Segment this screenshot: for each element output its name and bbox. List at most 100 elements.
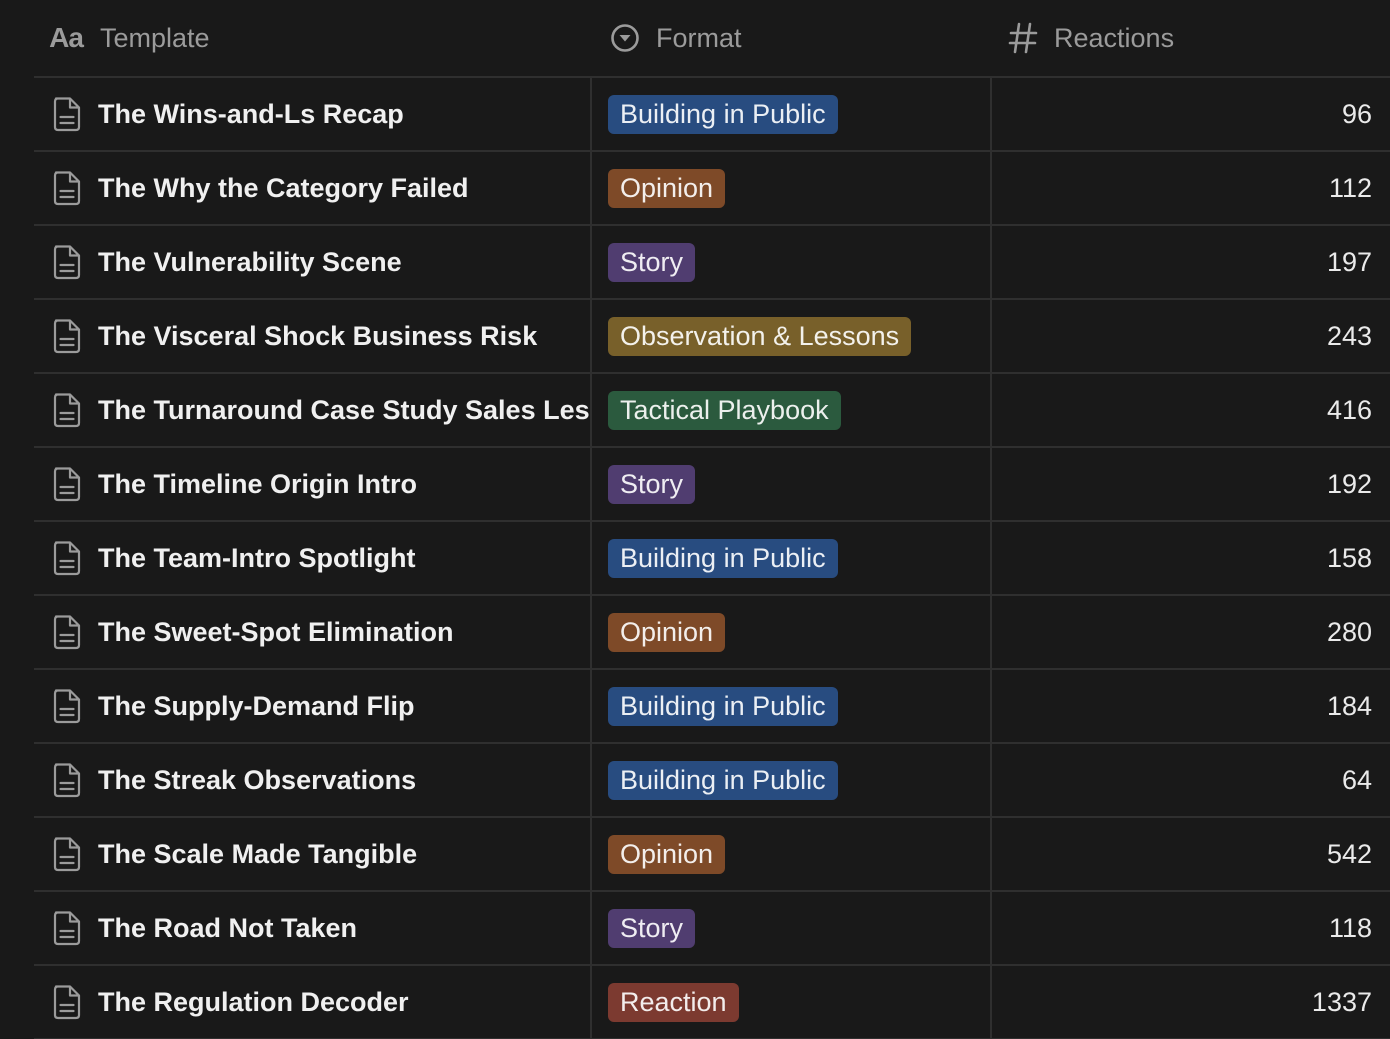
format-cell[interactable]: Opinion (592, 152, 992, 224)
table-row[interactable]: The Wins-and-Ls Recap Building in Public… (34, 78, 1390, 152)
reactions-value: 192 (1326, 468, 1372, 499)
template-cell[interactable]: The Scale Made Tangible (34, 818, 592, 890)
template-title[interactable]: The Streak Observations (98, 765, 416, 796)
reactions-cell[interactable]: 184 (992, 670, 1390, 742)
format-cell[interactable]: Opinion (592, 818, 992, 890)
reactions-value: 184 (1326, 690, 1372, 721)
format-tag: Reaction (608, 982, 739, 1022)
format-cell[interactable]: Building in Public (592, 522, 992, 594)
template-cell[interactable]: The Wins-and-Ls Recap (34, 78, 592, 150)
table-row[interactable]: The Road Not Taken Story 118 (34, 892, 1390, 966)
reactions-value: 542 (1326, 838, 1372, 869)
template-cell[interactable]: The Supply-Demand Flip (34, 670, 592, 742)
template-cell[interactable]: The Team-Intro Spotlight (34, 522, 592, 594)
reactions-cell[interactable]: 1337 (992, 966, 1390, 1038)
template-title[interactable]: The Wins-and-Ls Recap (98, 99, 404, 130)
text-property-icon: Aa (49, 22, 84, 53)
table-row[interactable]: The Timeline Origin Intro Story 192 (34, 448, 1390, 522)
table-row[interactable]: The Regulation Decoder Reaction 1337 (34, 966, 1390, 1039)
template-title[interactable]: The Timeline Origin Intro (98, 469, 417, 500)
page-icon (52, 540, 82, 576)
template-title[interactable]: The Sweet-Spot Elimination (98, 617, 454, 648)
column-header-label: Format (656, 22, 742, 53)
format-cell[interactable]: Story (592, 226, 992, 298)
table-row[interactable]: The Sweet-Spot Elimination Opinion 280 (34, 596, 1390, 670)
template-cell[interactable]: The Streak Observations (34, 744, 592, 816)
reactions-cell[interactable]: 192 (992, 448, 1390, 520)
reactions-cell[interactable]: 158 (992, 522, 1390, 594)
page-icon (52, 984, 82, 1020)
table-header: Aa Template Format Reactions (34, 0, 1390, 78)
reactions-cell[interactable]: 112 (992, 152, 1390, 224)
column-header-reactions[interactable]: Reactions (992, 0, 1390, 76)
table-row[interactable]: The Scale Made Tangible Opinion 542 (34, 818, 1390, 892)
template-cell[interactable]: The Road Not Taken (34, 892, 592, 964)
number-property-icon (1008, 22, 1038, 54)
format-tag: Story (608, 464, 696, 504)
page-icon (52, 244, 82, 280)
format-tag: Building in Public (608, 686, 838, 726)
table-row[interactable]: The Turnaround Case Study Sales Lessons … (34, 374, 1390, 448)
format-cell[interactable]: Opinion (592, 596, 992, 668)
page-icon (52, 318, 82, 354)
template-title[interactable]: The Turnaround Case Study Sales Lessons (98, 395, 590, 426)
reactions-cell[interactable]: 64 (992, 744, 1390, 816)
page-icon (52, 762, 82, 798)
page-icon (52, 170, 82, 206)
template-cell[interactable]: The Vulnerability Scene (34, 226, 592, 298)
reactions-cell[interactable]: 542 (992, 818, 1390, 890)
reactions-cell[interactable]: 416 (992, 374, 1390, 446)
page-icon (52, 688, 82, 724)
template-cell[interactable]: The Timeline Origin Intro (34, 448, 592, 520)
template-title[interactable]: The Road Not Taken (98, 913, 357, 944)
format-cell[interactable]: Tactical Playbook (592, 374, 992, 446)
format-cell[interactable]: Building in Public (592, 78, 992, 150)
template-cell[interactable]: The Why the Category Failed (34, 152, 592, 224)
page-icon (52, 96, 82, 132)
reactions-value: 158 (1326, 542, 1372, 573)
reactions-cell[interactable]: 197 (992, 226, 1390, 298)
database-table: Aa Template Format Reactions The Wins-an… (34, 0, 1390, 1039)
reactions-cell[interactable]: 243 (992, 300, 1390, 372)
format-cell[interactable]: Reaction (592, 966, 992, 1038)
format-cell[interactable]: Building in Public (592, 670, 992, 742)
select-property-icon (610, 23, 640, 53)
column-header-format[interactable]: Format (592, 0, 992, 76)
reactions-value: 64 (1341, 764, 1372, 795)
page-icon (52, 614, 82, 650)
column-header-label: Template (100, 22, 210, 53)
page-icon (52, 910, 82, 946)
template-cell[interactable]: The Turnaround Case Study Sales Lessons (34, 374, 592, 446)
page-icon (52, 836, 82, 872)
template-cell[interactable]: The Sweet-Spot Elimination (34, 596, 592, 668)
template-title[interactable]: The Visceral Shock Business Risk (98, 321, 537, 352)
reactions-value: 197 (1326, 246, 1372, 277)
format-cell[interactable]: Building in Public (592, 744, 992, 816)
table-row[interactable]: The Team-Intro Spotlight Building in Pub… (34, 522, 1390, 596)
reactions-cell[interactable]: 280 (992, 596, 1390, 668)
template-cell[interactable]: The Regulation Decoder (34, 966, 592, 1038)
page-icon (52, 466, 82, 502)
table-row[interactable]: The Vulnerability Scene Story 197 (34, 226, 1390, 300)
template-title[interactable]: The Supply-Demand Flip (98, 691, 415, 722)
format-cell[interactable]: Story (592, 892, 992, 964)
table-row[interactable]: The Supply-Demand Flip Building in Publi… (34, 670, 1390, 744)
reactions-value: 280 (1326, 616, 1372, 647)
template-title[interactable]: The Why the Category Failed (98, 173, 469, 204)
reactions-cell[interactable]: 96 (992, 78, 1390, 150)
format-tag: Tactical Playbook (608, 390, 841, 430)
template-title[interactable]: The Regulation Decoder (98, 987, 409, 1018)
format-tag: Building in Public (608, 94, 838, 134)
format-cell[interactable]: Observation & Lessons (592, 300, 992, 372)
template-cell[interactable]: The Visceral Shock Business Risk (34, 300, 592, 372)
table-row[interactable]: The Why the Category Failed Opinion 112 (34, 152, 1390, 226)
column-header-template[interactable]: Aa Template (34, 0, 592, 76)
table-row[interactable]: The Visceral Shock Business Risk Observa… (34, 300, 1390, 374)
template-title[interactable]: The Vulnerability Scene (98, 247, 402, 278)
template-title[interactable]: The Team-Intro Spotlight (98, 543, 415, 574)
table-row[interactable]: The Streak Observations Building in Publ… (34, 744, 1390, 818)
template-title[interactable]: The Scale Made Tangible (98, 839, 417, 870)
format-cell[interactable]: Story (592, 448, 992, 520)
format-tag: Building in Public (608, 760, 838, 800)
reactions-cell[interactable]: 118 (992, 892, 1390, 964)
